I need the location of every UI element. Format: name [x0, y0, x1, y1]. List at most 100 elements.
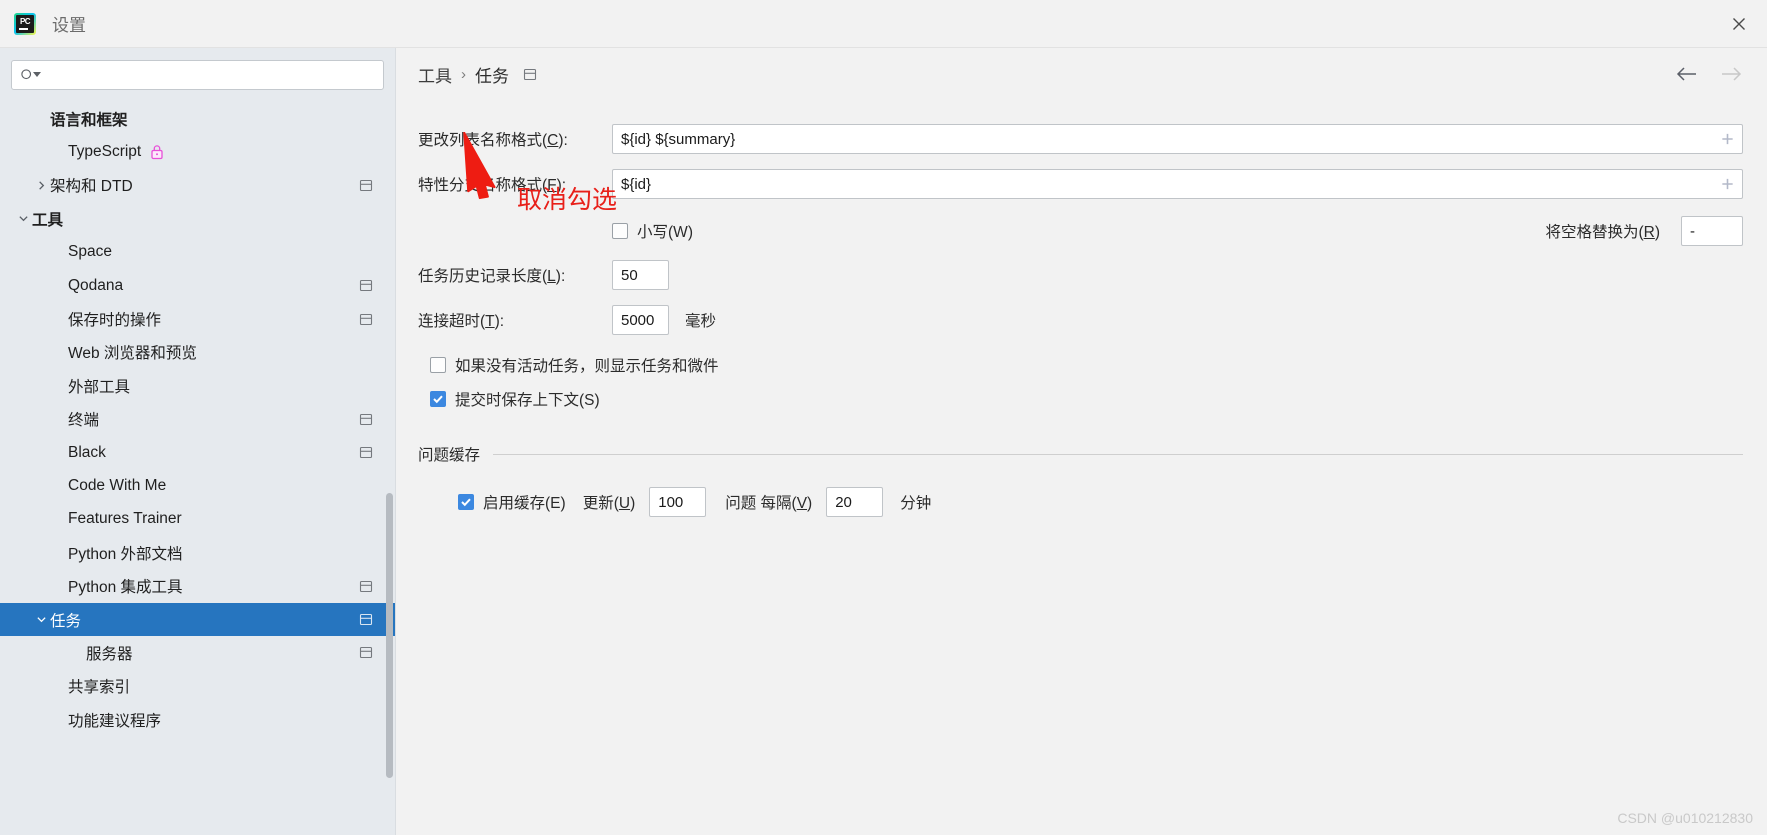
sidebar-item-label: 任务: [50, 612, 82, 630]
change-list-name-format-value: ${id} ${summary}: [621, 130, 736, 148]
sidebar-item-1[interactable]: TypeScript: [0, 135, 395, 168]
close-icon[interactable]: [1725, 10, 1753, 38]
sidebar-item-2[interactable]: 架构和 DTD: [0, 169, 395, 202]
sidebar-item-8[interactable]: 外部工具: [0, 369, 395, 402]
sidebar-item-6[interactable]: 保存时的操作: [0, 302, 395, 335]
sidebar-item-label: Qodana: [68, 276, 124, 294]
change-list-name-format-input[interactable]: ${id} ${summary}: [612, 124, 1743, 154]
connection-timeout-value: 5000: [621, 311, 655, 329]
scope-icon[interactable]: [359, 446, 373, 459]
sidebar-item-18[interactable]: 功能建议程序: [0, 703, 395, 736]
scope-icon[interactable]: [359, 613, 373, 626]
task-history-length-row: 任务历史记录长度(L): 50: [418, 260, 1743, 290]
lowercase-checkbox-row[interactable]: 小写(W): [612, 220, 693, 242]
chevron-down-icon[interactable]: [14, 213, 32, 224]
sidebar-item-label: Space: [68, 243, 112, 261]
chevron-down-icon[interactable]: [32, 614, 50, 625]
issues-every-label: 问题 每隔(V): [725, 495, 813, 512]
sidebar-item-10[interactable]: Black: [0, 436, 395, 469]
sidebar-item-label: 工具: [32, 211, 64, 229]
sidebar-item-7[interactable]: Web 浏览器和预览: [0, 336, 395, 369]
save-context-on-commit-row[interactable]: 提交时保存上下文(S): [430, 388, 1743, 410]
lowercase-checkbox[interactable]: [612, 223, 628, 239]
sidebar-item-label: 保存时的操作: [68, 312, 162, 330]
lock-icon: [150, 144, 164, 160]
scope-icon[interactable]: [359, 646, 373, 659]
section-divider: [493, 453, 1743, 455]
sidebar-item-5[interactable]: Qodana: [0, 269, 395, 302]
sidebar-item-0[interactable]: 语言和框架: [0, 102, 395, 135]
sidebar-item-17[interactable]: 共享索引: [0, 670, 395, 703]
sidebar-item-12[interactable]: Features Trainer: [0, 503, 395, 536]
chevron-right-icon[interactable]: [32, 180, 50, 191]
search-input[interactable]: [47, 66, 375, 84]
scope-icon[interactable]: [359, 313, 373, 326]
arrow-left-icon[interactable]: [1675, 63, 1697, 85]
connection-timeout-label: 连接超时(T):: [418, 313, 505, 330]
sidebar-item-label: 功能建议程序: [68, 712, 162, 730]
tasks-settings-form: 更改列表名称格式(C): ${id} ${summary} 特性分支名称格式(F…: [396, 100, 1767, 835]
lowercase-label: 小写(W): [637, 224, 693, 241]
nav-arrows: [1675, 63, 1743, 85]
scope-icon[interactable]: [359, 413, 373, 426]
update-count-input[interactable]: 100: [649, 487, 707, 517]
scope-icon[interactable]: [359, 179, 373, 192]
change-list-name-format-row: 更改列表名称格式(C): ${id} ${summary}: [418, 124, 1743, 154]
sidebar-item-label: 服务器: [86, 645, 133, 663]
watermark: CSDN @u010212830: [1617, 810, 1753, 826]
settings-window: PC 设置 语言和框架 TypeScript 架构和 DTD 工具 Space …: [0, 0, 1767, 835]
breadcrumb-parent[interactable]: 工具: [418, 62, 452, 87]
sidebar-scrollbar[interactable]: [386, 493, 393, 778]
sidebar-item-label: 共享索引: [68, 679, 131, 697]
plus-icon[interactable]: [1720, 132, 1735, 147]
window-body: 语言和框架 TypeScript 架构和 DTD 工具 Space Qodana 保存时的操…: [0, 48, 1767, 835]
show-tasks-widget-checkbox[interactable]: [430, 357, 446, 373]
arrow-right-icon[interactable]: [1721, 63, 1743, 85]
sidebar-item-label: Code With Me: [68, 476, 167, 494]
title-bar: PC 设置: [0, 0, 1767, 48]
breadcrumb-current: 任务: [475, 66, 509, 86]
connection-timeout-row: 连接超时(T): 5000 毫秒: [418, 305, 1743, 335]
issues-every-input[interactable]: 20: [826, 487, 884, 517]
issues-every-value: 20: [835, 493, 852, 511]
sidebar-item-label: Features Trainer: [68, 510, 182, 528]
search-dropdown-icon[interactable]: [33, 66, 41, 84]
task-history-length-input[interactable]: 50: [612, 260, 669, 290]
replace-spaces-label: 将空格替换为(R): [1545, 224, 1660, 241]
save-context-on-commit-checkbox[interactable]: [430, 391, 446, 407]
sidebar-item-label: 终端: [68, 412, 100, 430]
feature-branch-name-format-label: 特性分支名称格式(F):: [418, 177, 567, 194]
search-area: [0, 48, 395, 100]
plus-icon[interactable]: [1720, 177, 1735, 192]
scope-icon[interactable]: [523, 68, 537, 81]
search-box[interactable]: [11, 60, 384, 90]
enable-cache-row: 启用缓存(E) 更新(U) 100 问题 每隔(V) 20 分钟: [458, 487, 1743, 517]
feature-branch-name-format-input[interactable]: ${id}: [612, 169, 1743, 199]
sidebar-item-14[interactable]: Python 集成工具: [0, 569, 395, 602]
issue-cache-section-title: 问题缓存: [418, 447, 481, 464]
settings-tree[interactable]: 语言和框架 TypeScript 架构和 DTD 工具 Space Qodana 保存时的操…: [0, 100, 395, 835]
sidebar-item-11[interactable]: Code With Me: [0, 469, 395, 502]
scope-icon[interactable]: [359, 279, 373, 292]
breadcrumb: 工具 › 任务: [396, 48, 1767, 100]
sidebar-item-9[interactable]: 终端: [0, 403, 395, 436]
enable-cache-checkbox[interactable]: [458, 494, 474, 510]
sidebar-item-label: TypeScript: [68, 143, 142, 161]
sidebar-item-4[interactable]: Space: [0, 236, 395, 269]
sidebar-item-label: Black: [68, 443, 106, 461]
connection-timeout-unit: 毫秒: [685, 313, 717, 330]
connection-timeout-input[interactable]: 5000: [612, 305, 669, 335]
sidebar-item-16[interactable]: 服务器: [0, 636, 395, 669]
sidebar-item-13[interactable]: Python 外部文档: [0, 536, 395, 569]
sidebar-item-label: Web 浏览器和预览: [68, 345, 197, 363]
show-tasks-widget-row[interactable]: 如果没有活动任务，则显示任务和微件: [430, 354, 1743, 376]
sidebar-item-15[interactable]: 任务: [0, 602, 395, 637]
task-history-length-label: 任务历史记录长度(L):: [418, 268, 566, 285]
sidebar-item-label: 语言和框架: [50, 111, 128, 129]
scope-icon[interactable]: [359, 580, 373, 593]
sidebar-item-3[interactable]: 工具: [0, 202, 395, 235]
replace-spaces-input[interactable]: -: [1681, 216, 1743, 246]
issues-every-unit: 分钟: [900, 495, 932, 512]
sidebar-item-label: Python 外部文档: [68, 545, 183, 563]
update-count-value: 100: [658, 493, 684, 511]
